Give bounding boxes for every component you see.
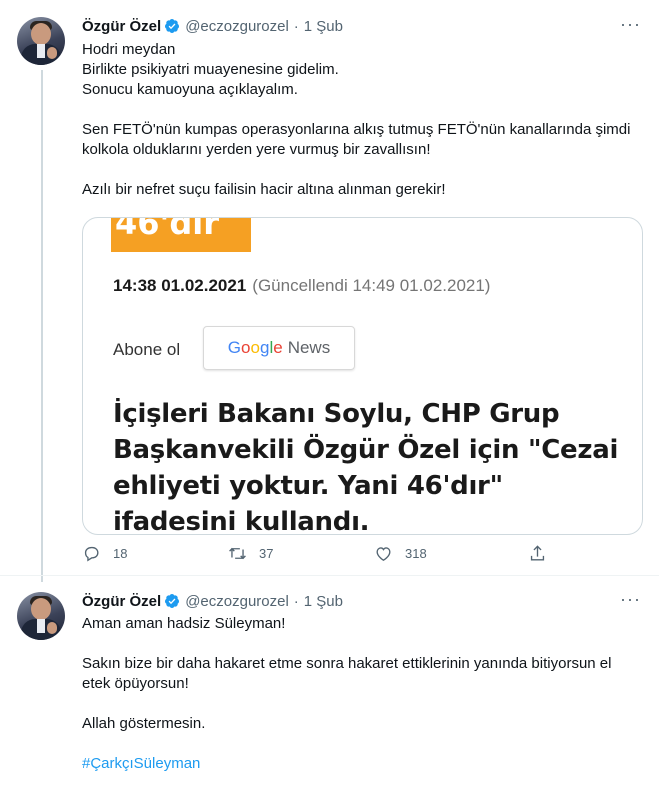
- like-button[interactable]: 318: [374, 544, 427, 563]
- tweet-line: Sonucu kamuoyuna açıklayalım.: [82, 81, 298, 98]
- card-headline: İçişleri Bakanı Soylu, CHP Grup Başkanve…: [113, 399, 619, 535]
- tweet-line: Azılı bir nefret suçu failisin hacir alt…: [82, 181, 446, 198]
- google-logo-letter: e: [273, 338, 283, 357]
- tweet-line: [82, 160, 642, 180]
- tweet-line: Allah göstermesin.: [82, 715, 206, 732]
- separator-dot: ·: [293, 17, 299, 35]
- thread-connector-line: [41, 70, 43, 582]
- verified-badge-icon: [165, 19, 180, 33]
- card-banner-text: 46'dır: [115, 218, 219, 242]
- tweet-line: Aman aman hadsiz Süleyman!: [82, 615, 286, 632]
- tweet-line: Sen FETÖ'nün kumpas operasyonlarına alkı…: [82, 121, 631, 158]
- retweet-count: 37: [259, 546, 274, 561]
- reply-count: 18: [113, 546, 128, 561]
- retweet-button[interactable]: 37: [228, 544, 273, 563]
- author-handle[interactable]: @eczozgurozel: [185, 593, 289, 610]
- tweet-text: Hodri meydan Birlikte psikiyatri muayene…: [82, 40, 642, 200]
- media-card[interactable]: 46'dır 14:38 01.02.2021 (Güncellendi 14:4…: [82, 217, 643, 535]
- tweet-line: Birlikte psikiyatri muayenesine gidelim.: [82, 61, 339, 78]
- reply-icon: [84, 546, 99, 562]
- retweet-icon: [229, 547, 246, 560]
- google-logo-letter: G: [227, 338, 242, 357]
- tweet-line: [82, 694, 642, 714]
- card-subscribe-label: Abone ol: [113, 340, 181, 359]
- google-news-word: News: [287, 338, 331, 357]
- google-logo-letter: o: [241, 338, 251, 357]
- google-logo-letter: g: [259, 338, 270, 357]
- google-logo-letter: o: [250, 338, 260, 357]
- tweet-header: Özgür Özel @eczozgurozel · 1 Şub: [82, 16, 343, 36]
- share-icon: [530, 545, 545, 561]
- tweet-2[interactable]: Özgür Özel @eczozgurozel · 1 Şub ··· Ama…: [0, 575, 659, 788]
- tweet-header: Özgür Özel @eczozgurozel · 1 Şub: [82, 591, 343, 611]
- tweet-date[interactable]: 1 Şub: [304, 593, 343, 610]
- tweet-line: Sakın bize bir daha hakaret etme sonra h…: [82, 655, 612, 692]
- hashtag-link[interactable]: #ÇarkçıSüleyman: [82, 754, 642, 774]
- author-name[interactable]: Özgür Özel: [82, 593, 161, 610]
- separator-dot: ·: [293, 592, 299, 610]
- tweet-line: [82, 634, 642, 654]
- more-icon[interactable]: ···: [620, 589, 641, 610]
- more-icon[interactable]: ···: [620, 14, 641, 35]
- tweet-line: [82, 100, 642, 120]
- like-count: 318: [405, 546, 427, 561]
- author-name[interactable]: Özgür Özel: [82, 18, 161, 35]
- google-news-button: Go o g l e News: [203, 326, 355, 370]
- author-handle[interactable]: @eczozgurozel: [185, 18, 289, 35]
- verified-badge-icon: [165, 594, 180, 608]
- tweet-line: [82, 734, 642, 754]
- tweet-date[interactable]: 1 Şub: [304, 18, 343, 35]
- card-updated-time: (Güncellendi 14:49 01.02.2021): [252, 276, 491, 295]
- tweet-actions: 18 37 318: [82, 544, 562, 566]
- card-timestamp: 14:38 01.02.2021 (Güncellendi 14:49 01.02…: [113, 276, 490, 296]
- tweet-text: Aman aman hadsiz Süleyman! Sakın bize bi…: [82, 614, 642, 774]
- reply-button[interactable]: 18: [82, 544, 127, 563]
- card-banner: 46'dır: [111, 218, 251, 252]
- avatar[interactable]: [17, 592, 65, 640]
- like-icon: [376, 547, 391, 562]
- card-publish-time: 14:38 01.02.2021: [113, 276, 247, 295]
- tweet-1[interactable]: Özgür Özel @eczozgurozel · 1 Şub ··· Hod…: [0, 0, 659, 582]
- avatar[interactable]: [17, 17, 65, 65]
- tweet-line: Hodri meydan: [82, 41, 176, 58]
- share-button[interactable]: [528, 544, 559, 563]
